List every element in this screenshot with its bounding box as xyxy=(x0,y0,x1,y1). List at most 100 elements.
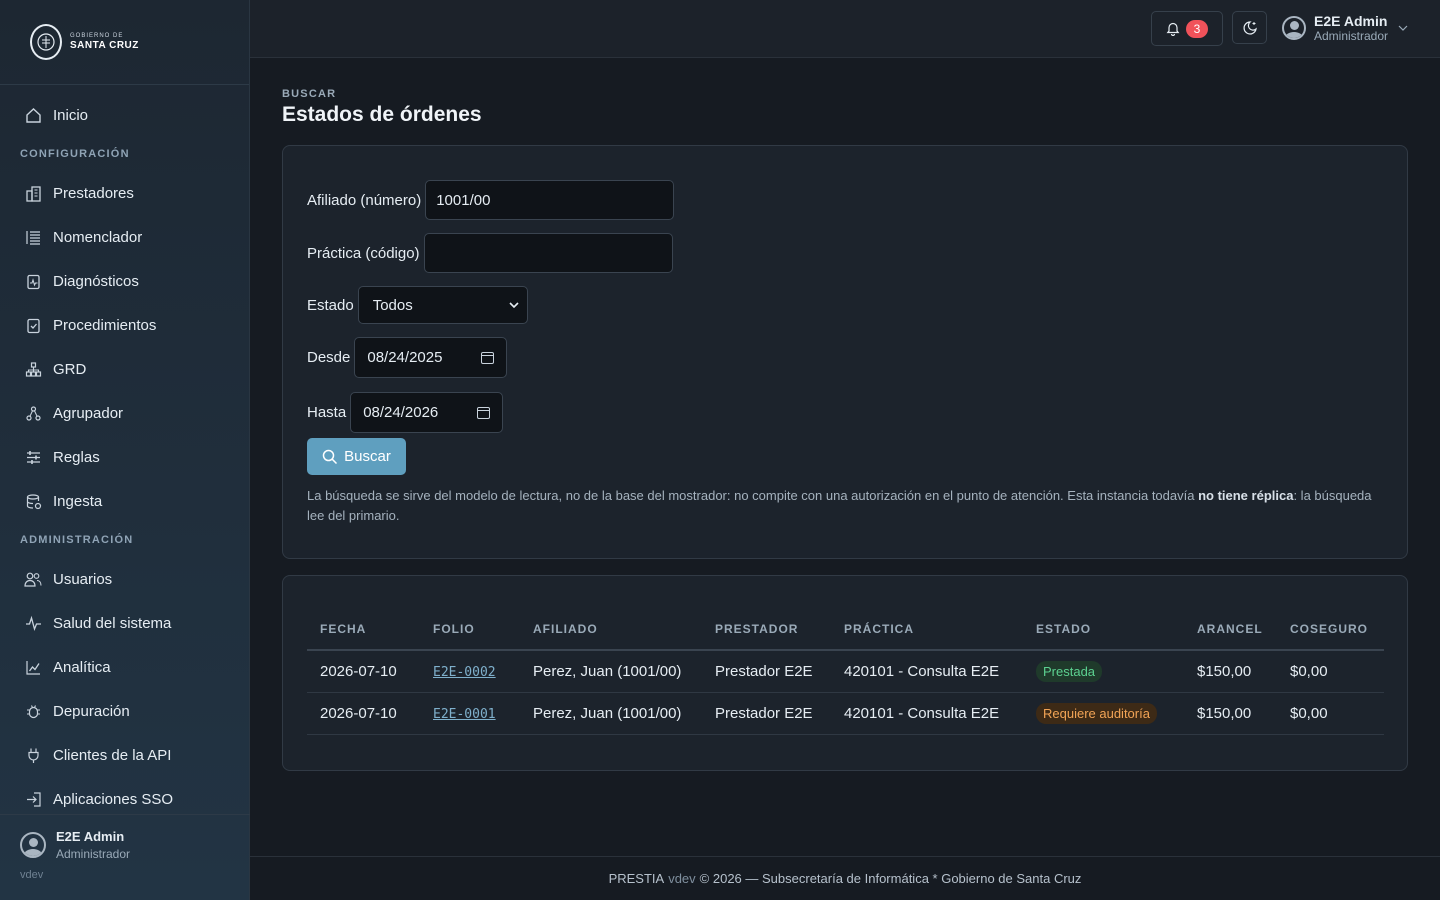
results-card: FECHA FOLIO AFILIADO PRESTADOR PRÁCTICA … xyxy=(282,575,1408,771)
col-arancel[interactable]: ARANCEL xyxy=(1184,608,1277,651)
cell-prestador: Prestador E2E xyxy=(702,650,831,693)
table-row[interactable]: 2026-07-10 E2E-0002 Perez, Juan (1001/00… xyxy=(307,650,1384,693)
col-folio[interactable]: FOLIO xyxy=(420,608,520,651)
seal-icon xyxy=(30,24,62,60)
search-help-text: La búsqueda se sirve del modelo de lectu… xyxy=(307,486,1387,526)
sidebar-item-reglas[interactable]: Reglas xyxy=(0,435,249,479)
page-eyebrow: BUSCAR xyxy=(282,88,337,100)
home-icon xyxy=(24,106,42,124)
calendar-icon[interactable] xyxy=(477,406,491,419)
sidebar-item-usuarios[interactable]: Usuarios xyxy=(0,557,249,601)
logo-small-text: GOBIERNO DE xyxy=(70,33,124,39)
sidebar-item-label: Agrupador xyxy=(53,404,124,422)
cell-arancel: $150,00 xyxy=(1184,692,1277,735)
sidebar-item-salud[interactable]: Salud del sistema xyxy=(0,601,249,645)
activity-icon xyxy=(24,614,42,632)
afiliado-row: Afiliado (número) 1001/00 xyxy=(307,180,675,220)
col-estado[interactable]: ESTADO xyxy=(1023,608,1184,651)
sidebar-item-prestadores[interactable]: Prestadores xyxy=(0,171,249,215)
logo-big-text: SANTA CRUZ xyxy=(70,40,139,51)
cell-coseguro: $0,00 xyxy=(1277,650,1384,693)
hasta-label: Hasta xyxy=(307,404,347,421)
practica-row: Práctica (código) xyxy=(307,233,673,273)
table-row[interactable]: 2026-07-10 E2E-0001 Perez, Juan (1001/00… xyxy=(307,692,1384,735)
calendar-icon[interactable] xyxy=(481,351,495,364)
desde-row: Desde 08/24/2025 xyxy=(307,337,508,378)
sidebar-item-clientes-api[interactable]: Clientes de la API xyxy=(0,733,249,777)
estado-row: Estado Todos xyxy=(307,286,528,324)
search-icon xyxy=(322,449,338,465)
col-coseguro[interactable]: COSEGURO xyxy=(1277,608,1384,651)
estado-selected-value: Todos xyxy=(372,296,413,314)
sidebar-item-inicio[interactable]: Inicio xyxy=(0,93,249,137)
sidebar-item-ingesta[interactable]: Ingesta xyxy=(0,479,249,523)
sidebar-item-nomenclador[interactable]: Nomenclador xyxy=(0,215,249,259)
cell-fecha: 2026-07-10 xyxy=(307,650,420,693)
desde-value: 08/24/2025 xyxy=(367,349,443,366)
cell-estado: Prestada xyxy=(1023,650,1184,693)
cell-practica: 420101 - Consulta E2E xyxy=(831,650,1023,693)
sidebar-item-label: Clientes de la API xyxy=(53,746,172,764)
afiliado-input[interactable]: 1001/00 xyxy=(425,180,675,220)
desde-date-input[interactable]: 08/24/2025 xyxy=(354,337,508,378)
sidebar-item-label: Inicio xyxy=(53,106,89,124)
help-text-strong: no tiene réplica xyxy=(1198,488,1294,503)
col-prestador[interactable]: PRESTADOR xyxy=(702,608,831,651)
page-title: Estados de órdenes xyxy=(282,103,482,126)
cell-prestador: Prestador E2E xyxy=(702,692,831,735)
folio-link[interactable]: E2E-0001 xyxy=(433,707,496,722)
section-administracion: ADMINISTRACIÓN xyxy=(20,534,134,546)
sidebar-item-procedimientos[interactable]: Procedimientos xyxy=(0,303,249,347)
status-badge: Prestada xyxy=(1036,660,1103,682)
avatar-icon xyxy=(1282,16,1306,40)
theme-toggle-button[interactable] xyxy=(1232,11,1267,44)
hasta-date-input[interactable]: 08/24/2026 xyxy=(350,392,504,433)
cell-coseguro: $0,00 xyxy=(1277,692,1384,735)
topbar: 3 E2E Admin Administrador xyxy=(250,0,1440,58)
app-version: vdev xyxy=(20,869,44,881)
sidebar-item-analitica[interactable]: Analítica xyxy=(0,645,249,689)
sidebar-item-diagnosticos[interactable]: Diagnósticos xyxy=(0,259,249,303)
database-icon xyxy=(24,492,42,510)
help-text-part: La búsqueda se sirve del modelo de lectu… xyxy=(307,488,1199,503)
sidebar-user-name: E2E Admin xyxy=(56,829,125,844)
col-afiliado[interactable]: AFILIADO xyxy=(520,608,702,651)
sidebar-item-label: GRD xyxy=(53,360,87,378)
sidebar-item-grd[interactable]: GRD xyxy=(0,347,249,391)
col-fecha[interactable]: FECHA xyxy=(307,608,420,651)
estado-select[interactable]: Todos xyxy=(357,286,528,324)
login-icon xyxy=(24,790,42,808)
sidebar-item-label: Usuarios xyxy=(53,570,113,588)
section-configuracion: CONFIGURACIÓN xyxy=(20,148,130,160)
user-name: E2E Admin xyxy=(1314,13,1388,29)
sidebar-item-agrupador[interactable]: Agrupador xyxy=(0,391,249,435)
cell-practica: 420101 - Consulta E2E xyxy=(831,692,1023,735)
logo[interactable]: GOBIERNO DE SANTA CRUZ xyxy=(0,0,249,85)
notifications-button[interactable]: 3 xyxy=(1151,11,1223,46)
search-form-card: Afiliado (número) 1001/00 Práctica (códi… xyxy=(282,145,1408,559)
list-icon xyxy=(24,228,42,246)
user-role: Administrador xyxy=(1314,29,1389,43)
sidebar-item-label: Aplicaciones SSO xyxy=(53,790,174,808)
sidebar-user-role: Administrador xyxy=(56,847,131,861)
sidebar-item-depuracion[interactable]: Depuración xyxy=(0,689,249,733)
user-menu[interactable]: E2E Admin Administrador xyxy=(1282,14,1408,42)
footer-app-name: PRESTIA xyxy=(608,871,665,886)
sidebar-user[interactable]: E2E Admin Administrador vdev xyxy=(0,814,250,900)
sidebar-item-label: Procedimientos xyxy=(53,316,157,334)
col-practica[interactable]: PRÁCTICA xyxy=(831,608,1023,651)
hierarchy-icon xyxy=(24,360,42,378)
moon-icon xyxy=(1242,20,1258,36)
cell-folio: E2E-0001 xyxy=(420,692,520,735)
buscar-button[interactable]: Buscar xyxy=(307,438,406,475)
cell-afiliado: Perez, Juan (1001/00) xyxy=(520,692,702,735)
sidebar-item-label: Diagnósticos xyxy=(53,272,139,290)
sidebar-item-label: Salud del sistema xyxy=(53,614,172,632)
cell-afiliado: Perez, Juan (1001/00) xyxy=(520,650,702,693)
practica-input[interactable] xyxy=(423,233,673,273)
sidebar-item-label: Reglas xyxy=(53,448,100,466)
practica-label: Práctica (código) xyxy=(307,244,420,262)
folio-link[interactable]: E2E-0002 xyxy=(433,665,496,680)
chevron-down-icon xyxy=(1398,25,1408,31)
afiliado-label: Afiliado (número) xyxy=(307,191,422,209)
